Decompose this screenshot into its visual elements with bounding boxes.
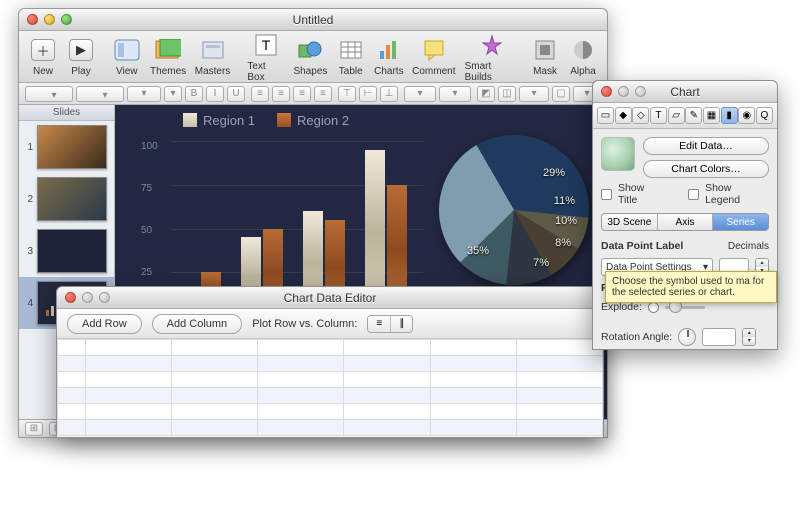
sidebar-header: Slides: [19, 105, 114, 121]
mask-button[interactable]: Mask: [527, 36, 563, 77]
cde-title: Chart Data Editor: [57, 291, 603, 305]
slide-thumb-1[interactable]: 1: [19, 121, 114, 173]
slide-inspector-icon[interactable]: ◆: [615, 107, 632, 124]
pie-chart[interactable]: [412, 108, 607, 313]
toolbar: ＋New ▶Play View Themes Masters TText Box…: [19, 31, 607, 83]
rotation-stepper[interactable]: ▴▾: [742, 328, 756, 346]
smartbuilds-button[interactable]: Smart Builds: [461, 31, 523, 83]
bar-legend: Region 1 Region 2: [183, 113, 423, 128]
swatch-region1: [183, 113, 197, 127]
rotation-field[interactable]: [702, 328, 736, 346]
show-title-checkbox[interactable]: [601, 189, 612, 200]
tab-3dscene[interactable]: 3D Scene: [602, 214, 657, 230]
align-center-button[interactable]: ≡: [272, 86, 290, 102]
rotation-dial[interactable]: [678, 328, 696, 346]
add-column-button[interactable]: Add Column: [152, 314, 243, 334]
play-icon: ▶: [69, 39, 93, 61]
chart-inspector-icon[interactable]: ▮: [721, 107, 738, 124]
pie-label-11: 11%: [554, 195, 575, 207]
pie-label-8: 8%: [555, 237, 571, 249]
pie-label-29: 29%: [543, 167, 565, 179]
valign-mid-button[interactable]: ⊢: [359, 86, 377, 102]
hyperlink-inspector-icon[interactable]: ◉: [738, 107, 755, 124]
shadow-toggle[interactable]: ▢: [552, 86, 570, 102]
view-button[interactable]: View: [109, 36, 145, 77]
inspector-title: Chart: [593, 85, 777, 99]
shapes-button[interactable]: Shapes: [290, 36, 331, 77]
masters-button[interactable]: Masters: [191, 36, 233, 77]
rotation-label: Rotation Angle:: [601, 331, 672, 343]
font-size-select[interactable]: ▾: [127, 86, 161, 102]
help-tooltip: Choose the symbol used to ma for the sel…: [605, 271, 777, 303]
plus-icon: ＋: [31, 39, 55, 61]
metrics-inspector-icon[interactable]: ✎: [685, 107, 702, 124]
comment-button[interactable]: Comment: [409, 36, 459, 77]
graphic-inspector-icon[interactable]: ▱: [668, 107, 685, 124]
play-button[interactable]: ▶Play: [63, 36, 99, 77]
document-inspector-icon[interactable]: ▭: [597, 107, 614, 124]
align-left-button[interactable]: ≡: [251, 86, 269, 102]
add-row-button[interactable]: Add Row: [67, 314, 142, 334]
decimals-label: Decimals: [728, 241, 769, 252]
align-justify-button[interactable]: ≡: [314, 86, 332, 102]
build-inspector-icon[interactable]: ◇: [632, 107, 649, 124]
plot-orientation-toggle[interactable]: ≡∥: [367, 315, 413, 333]
quicktime-inspector-icon[interactable]: Q: [756, 107, 773, 124]
valign-top-button[interactable]: ⊤: [338, 86, 356, 102]
row-series-icon: ≡: [368, 316, 390, 332]
italic-button[interactable]: I: [206, 86, 224, 102]
textbox-button[interactable]: TText Box: [243, 31, 288, 83]
column-series-icon: ∥: [390, 316, 412, 332]
text-inspector-icon[interactable]: T: [650, 107, 667, 124]
outline-toggle[interactable]: ⊞: [25, 422, 43, 436]
valign-bot-button[interactable]: ⊥: [380, 86, 398, 102]
chart-data-editor-window: Chart Data Editor Add Row Add Column Plo…: [56, 286, 604, 438]
font-family-select[interactable]: ▾: [25, 86, 73, 102]
table-button[interactable]: Table: [333, 36, 369, 77]
pie-label-7: 7%: [533, 257, 549, 269]
themes-button[interactable]: Themes: [147, 36, 190, 77]
tab-axis[interactable]: Axis: [657, 214, 713, 230]
table-inspector-icon[interactable]: ▦: [703, 107, 720, 124]
alpha-button[interactable]: Alpha: [565, 36, 601, 77]
cde-toolbar: Add Row Add Column Plot Row vs. Column: …: [57, 309, 603, 339]
chart-colors-button[interactable]: Chart Colors…: [643, 160, 769, 178]
format-bar: ▾ ▾ ▾ ▾ B I U ≡ ≡ ≡ ≡ ⊤ ⊢ ⊥ ▾ ▾ ◩ ◫ ▾ ▢ …: [19, 83, 607, 105]
bold-button[interactable]: B: [185, 86, 203, 102]
chart-subtabs[interactable]: 3D Scene Axis Series: [601, 213, 769, 231]
chart-icon: [378, 39, 400, 61]
plot-orientation-label: Plot Row vs. Column:: [252, 318, 357, 330]
pie-label-35: 35%: [467, 245, 489, 257]
new-button[interactable]: ＋New: [25, 36, 61, 77]
stroke-color[interactable]: ◫: [498, 86, 516, 102]
swatch-region2: [277, 113, 291, 127]
underline-button[interactable]: U: [227, 86, 245, 102]
dp-label-heading: Data Point Label: [601, 240, 683, 252]
show-legend-checkbox[interactable]: [688, 189, 699, 200]
color-swatch[interactable]: ▾: [164, 86, 182, 102]
opacity-select[interactable]: ▾: [519, 86, 549, 102]
explode-radio[interactable]: [648, 302, 659, 313]
fill-color[interactable]: ◩: [477, 86, 495, 102]
chart-type-well[interactable]: [601, 137, 635, 171]
chart-inspector: Chart ▭ ◆ ◇ T ▱ ✎ ▦ ▮ ◉ Q Edit Data… Cha…: [592, 80, 778, 350]
spacing-select[interactable]: ▾: [404, 86, 436, 102]
slide-thumb-3[interactable]: 3: [19, 225, 114, 277]
pie-label-10: 10%: [555, 215, 577, 227]
window-title: Untitled: [19, 13, 607, 27]
align-right-button[interactable]: ≡: [293, 86, 311, 102]
font-style-select[interactable]: ▾: [76, 86, 124, 102]
inspector-tabs: ▭ ◆ ◇ T ▱ ✎ ▦ ▮ ◉ Q: [593, 103, 777, 129]
svg-text:T: T: [261, 37, 270, 53]
edit-data-button[interactable]: Edit Data…: [643, 137, 769, 155]
slide-thumb-2[interactable]: 2: [19, 173, 114, 225]
titlebar[interactable]: Untitled: [19, 9, 607, 31]
charts-button[interactable]: Charts: [371, 36, 407, 77]
data-table[interactable]: [57, 339, 603, 436]
columns-select[interactable]: ▾: [439, 86, 471, 102]
tab-series[interactable]: Series: [712, 214, 768, 230]
